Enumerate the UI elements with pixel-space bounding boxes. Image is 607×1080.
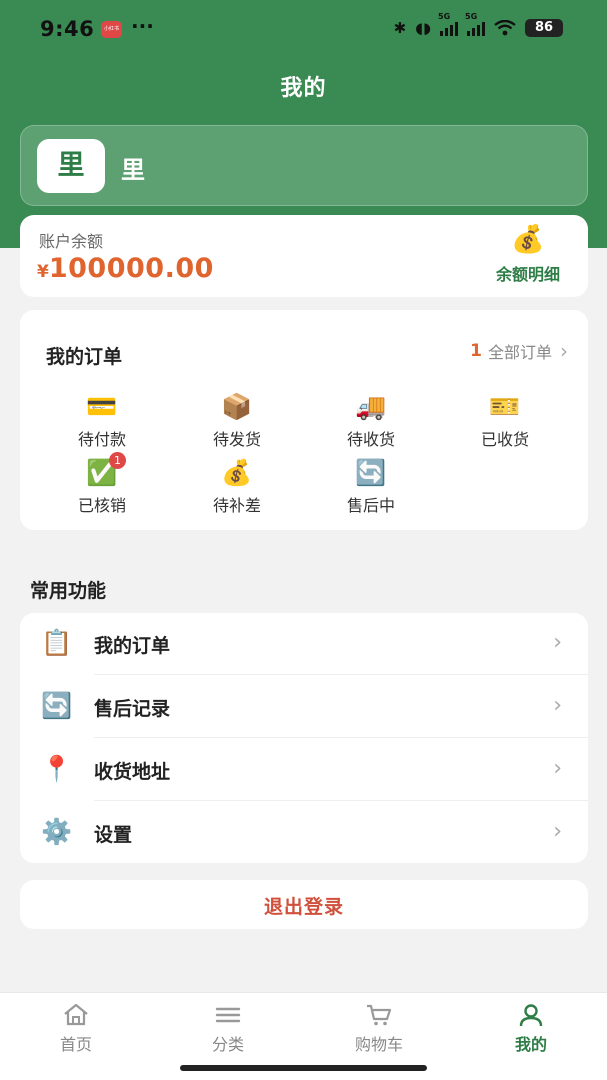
tab-label: 首页 bbox=[59, 1035, 92, 1054]
credit-card-icon: 💳 bbox=[86, 392, 118, 421]
common-functions-title: 常用功能 bbox=[30, 580, 107, 602]
signal-icon: 5G bbox=[465, 12, 485, 36]
page-title: 我的 bbox=[280, 76, 327, 101]
tab-label: 分类 bbox=[211, 1035, 244, 1054]
menu-icon bbox=[215, 1007, 241, 1023]
headphones-icon: ◖◗ bbox=[415, 19, 431, 37]
status-indicators: ✱ ◖◗ 5G 5G 86 bbox=[393, 12, 563, 37]
order-status-pending-receipt[interactable]: 🚚 待收货 bbox=[316, 392, 426, 450]
truck-icon: 🚚 bbox=[355, 392, 387, 421]
gear-icon: ⚙️ bbox=[41, 817, 73, 846]
tab-label: 我的 bbox=[514, 1035, 547, 1054]
logout-button[interactable]: 退出登录 bbox=[20, 880, 588, 929]
notification-badge: 1 bbox=[109, 452, 126, 469]
network-type-label: 5G bbox=[465, 12, 478, 21]
order-status-label: 待收货 bbox=[346, 430, 395, 449]
order-status-label: 已核销 bbox=[77, 496, 126, 515]
ticket-icon: 🎫 bbox=[489, 392, 521, 421]
battery-icon: 86 bbox=[525, 19, 563, 37]
tab-profile[interactable]: 我的 bbox=[476, 1003, 586, 1055]
home-icon bbox=[64, 1003, 88, 1026]
home-indicator[interactable] bbox=[180, 1065, 427, 1071]
order-status-after-sales[interactable]: 🔄 售后中 bbox=[316, 458, 426, 516]
wifi-icon bbox=[494, 20, 516, 36]
tab-cart[interactable]: 购物车 bbox=[324, 1003, 434, 1055]
money-bag-icon: 💰 bbox=[511, 224, 545, 255]
refresh-icon: 🔄 bbox=[355, 458, 387, 487]
divider bbox=[94, 674, 588, 675]
menu-item-label: 设置 bbox=[94, 824, 133, 846]
orders-count: 1 bbox=[470, 341, 482, 361]
user-profile-card[interactable]: 里 里 bbox=[20, 125, 588, 206]
username: 里 bbox=[121, 156, 145, 184]
menu-item-label: 收货地址 bbox=[94, 761, 171, 783]
order-status-pending-shipment[interactable]: 📦 待发货 bbox=[182, 392, 292, 450]
balance-card: 账户余额 ¥100000.00 💰 余额明细 bbox=[20, 215, 588, 297]
order-status-pending-payment[interactable]: 💳 待付款 bbox=[47, 392, 157, 450]
money-bag-icon: 💰 bbox=[221, 458, 253, 487]
avatar[interactable]: 里 bbox=[37, 139, 105, 193]
check-box-icon: ✅ 1 bbox=[47, 452, 157, 488]
status-time: 9:46 bbox=[40, 17, 95, 41]
orders-card: 我的订单 1 全部订单 › 💳 待付款 📦 待发货 🚚 待收货 🎫 已收货 ✅ 1… bbox=[20, 310, 588, 530]
menu-item-after-sales[interactable]: 🔄 售后记录 › bbox=[20, 676, 588, 738]
all-orders-link[interactable]: 1 全部订单 › bbox=[470, 339, 568, 363]
divider bbox=[94, 800, 588, 801]
chevron-right-icon: › bbox=[553, 693, 562, 718]
currency-symbol: ¥ bbox=[37, 262, 49, 282]
order-status-pending-difference[interactable]: 💰 待补差 bbox=[182, 458, 292, 516]
status-bar: 9:46 小红书 ··· ✱ ◖◗ 5G 5G 86 bbox=[0, 0, 607, 58]
cart-icon bbox=[367, 1004, 392, 1026]
chevron-right-icon: › bbox=[560, 339, 568, 363]
app-badge-icon: 小红书 bbox=[101, 21, 122, 38]
order-status-label: 已收货 bbox=[480, 430, 529, 449]
order-status-label: 待付款 bbox=[77, 430, 126, 449]
package-icon: 📦 bbox=[221, 392, 253, 421]
divider bbox=[94, 737, 588, 738]
chevron-right-icon: › bbox=[553, 819, 562, 844]
logout-label: 退出登录 bbox=[263, 896, 344, 918]
menu-item-label: 售后记录 bbox=[94, 698, 171, 720]
user-icon bbox=[519, 1004, 543, 1027]
balance-value: 100000.00 bbox=[48, 253, 214, 284]
refresh-icon: 🔄 bbox=[41, 691, 73, 720]
balance-amount: ¥100000.00 bbox=[37, 253, 214, 284]
menu-item-settings[interactable]: ⚙️ 设置 › bbox=[20, 802, 588, 864]
tab-category[interactable]: 分类 bbox=[173, 1003, 283, 1055]
orders-title: 我的订单 bbox=[46, 346, 123, 368]
balance-detail-button[interactable]: 💰 余额明细 bbox=[486, 225, 570, 285]
menu-item-address[interactable]: 📍 收货地址 › bbox=[20, 739, 588, 801]
all-orders-label: 全部订单 bbox=[487, 343, 552, 362]
order-status-label: 待补差 bbox=[212, 496, 261, 515]
bluetooth-icon: ✱ bbox=[393, 19, 407, 37]
order-status-label: 待发货 bbox=[212, 430, 261, 449]
menu-item-my-orders[interactable]: 📋 我的订单 › bbox=[20, 613, 588, 675]
status-dots: ··· bbox=[131, 14, 154, 38]
order-status-received[interactable]: 🎫 已收货 bbox=[450, 392, 560, 450]
chevron-right-icon: › bbox=[553, 630, 562, 655]
order-status-label: 售后中 bbox=[346, 496, 395, 515]
network-type-label: 5G bbox=[438, 12, 451, 21]
clipboard-icon: 📋 bbox=[41, 628, 73, 657]
common-functions-list: 📋 我的订单 › 🔄 售后记录 › 📍 收货地址 › ⚙️ 设置 › bbox=[20, 613, 588, 863]
balance-label: 账户余额 bbox=[39, 232, 104, 251]
balance-detail-label: 余额明细 bbox=[495, 265, 560, 284]
location-pin-icon: 📍 bbox=[41, 754, 73, 783]
tab-home[interactable]: 首页 bbox=[21, 1003, 131, 1055]
signal-icon: 5G bbox=[438, 12, 458, 36]
chevron-right-icon: › bbox=[553, 756, 562, 781]
tab-label: 购物车 bbox=[354, 1035, 403, 1054]
menu-item-label: 我的订单 bbox=[94, 635, 171, 657]
order-status-verified[interactable]: ✅ 1 已核销 bbox=[47, 452, 157, 516]
